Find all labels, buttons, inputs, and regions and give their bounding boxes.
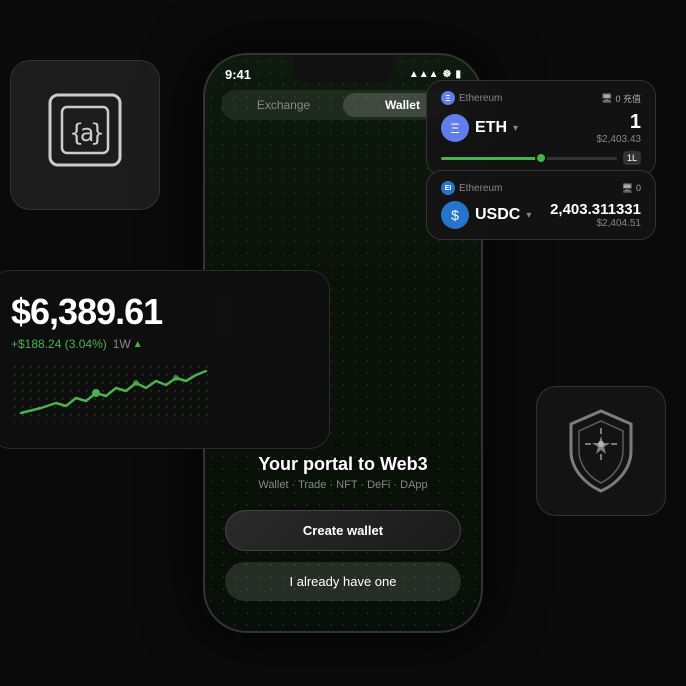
usdc-amount-usd: $2,404.51: [550, 218, 641, 229]
eth-chain-label: Ξ Ethereum: [441, 91, 502, 105]
usdc-card: EI Ethereum 🖥 0 $ USDC ▾ 2,403.311331 $2…: [426, 170, 656, 240]
eth-card: Ξ Ethereum 🖥 0 充值 Ξ ETH ▾ 1 $2,403.43: [426, 80, 656, 176]
eth-slider-track: [441, 157, 617, 160]
signal-icon: ▲▲▲: [409, 69, 439, 80]
status-time: 9:41: [225, 67, 251, 82]
notch: [293, 55, 393, 83]
usdc-card-top: EI Ethereum 🖥 0: [441, 181, 641, 195]
eth-slider-label: 1L: [623, 151, 641, 165]
usdc-chain-icon: EI: [441, 181, 455, 195]
usdc-main-row: $ USDC ▾ 2,403.311331 $2,404.51: [441, 201, 641, 229]
usdc-dropdown-icon[interactable]: ▾: [526, 210, 531, 221]
usdc-chain-label: EI Ethereum: [441, 181, 502, 195]
eth-slider-thumb[interactable]: [535, 152, 547, 164]
shield-icon: [561, 406, 641, 496]
eth-slider: 1L: [441, 151, 641, 165]
eth-icon: Ξ: [441, 114, 469, 142]
svg-text:{a}: {a}: [69, 119, 102, 147]
eth-name: Ξ ETH ▾: [441, 114, 518, 142]
have-one-button[interactable]: I already have one: [225, 562, 461, 601]
status-icons: ▲▲▲ ☸ ▮: [409, 69, 461, 80]
eth-card-top: Ξ Ethereum 🖥 0 充值: [441, 91, 641, 105]
eth-dropdown-icon[interactable]: ▾: [513, 123, 518, 134]
usdc-amount-main: 2,403.311331: [550, 201, 641, 218]
eth-label: ETH: [475, 119, 507, 137]
portfolio-card: $6,389.61 +$188.24 (3.04%) 1W ▲: [0, 270, 330, 449]
period-arrow-icon: ▲: [133, 339, 143, 350]
brand-icon: {a}: [40, 85, 130, 185]
eth-chain-icon: Ξ: [441, 91, 455, 105]
eth-amount: 1 $2,403.43: [597, 111, 642, 145]
eth-amount-main: 1: [597, 111, 642, 134]
eth-amount-usd: $2,403.43: [597, 134, 642, 145]
portfolio-change: +$188.24 (3.04%) 1W ▲: [11, 337, 309, 351]
portfolio-period: 1W ▲: [113, 337, 143, 351]
sparkline-chart: [11, 363, 211, 423]
brand-card: {a}: [10, 60, 160, 210]
battery-icon: ▮: [455, 69, 461, 80]
usdc-label: USDC: [475, 206, 520, 224]
portal-title: Your portal to Web3: [205, 454, 481, 475]
scene: 9:41 ▲▲▲ ☸ ▮ Exchange Wallet Your portal…: [0, 0, 686, 686]
portal-subtitle: Wallet · Trade · NFT · DeFi · DApp: [205, 479, 481, 491]
eth-main-row: Ξ ETH ▾ 1 $2,403.43: [441, 111, 641, 145]
eth-slider-fill: [441, 157, 547, 160]
portal-section: Your portal to Web3 Wallet · Trade · NFT…: [205, 454, 481, 491]
shield-card: [536, 386, 666, 516]
usdc-badge: 🖥 0: [622, 183, 641, 194]
tab-exchange[interactable]: Exchange: [224, 93, 343, 117]
usdc-name: $ USDC ▾: [441, 201, 531, 229]
portfolio-amount: $6,389.61: [11, 291, 309, 333]
usdc-amount: 2,403.311331 $2,404.51: [550, 201, 641, 229]
wifi-icon: ☸: [443, 69, 452, 80]
eth-badge: 🖥 0 充值: [601, 92, 641, 105]
mini-chart: [11, 363, 309, 428]
usdc-icon: $: [441, 201, 469, 229]
create-wallet-button[interactable]: Create wallet: [225, 510, 461, 551]
portfolio-change-value: +$188.24 (3.04%): [11, 337, 107, 351]
